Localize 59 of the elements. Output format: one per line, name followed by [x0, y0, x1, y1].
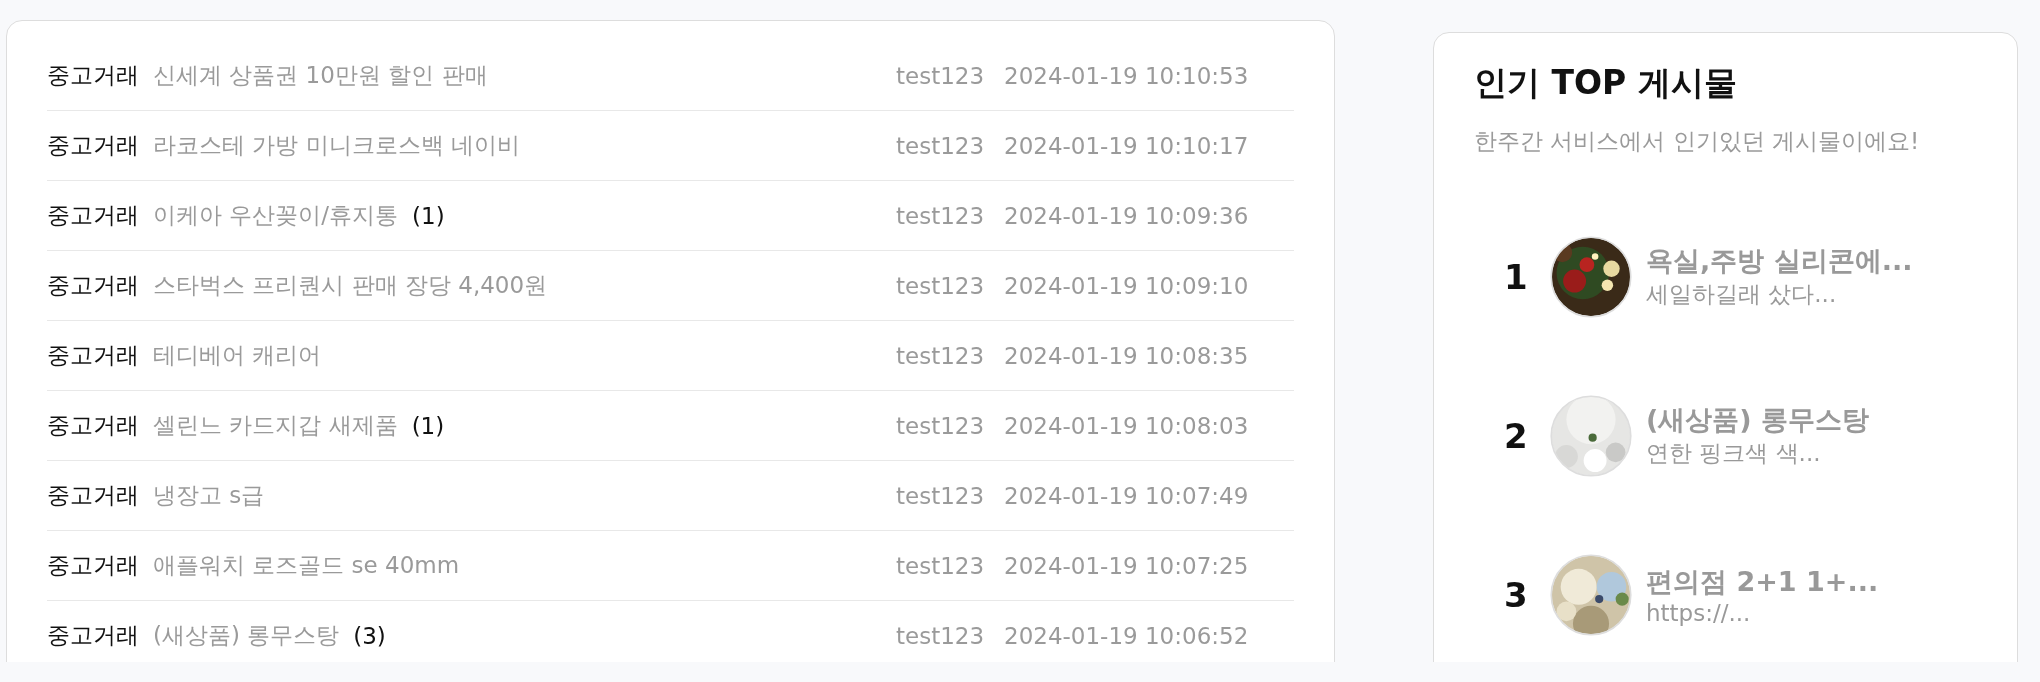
popular-post-title[interactable]: (새상품) 롱무스탕 [1646, 402, 1870, 438]
post-row[interactable]: 중고거래 애플워치 로즈골드 se 40mm test123 2024-01-19 10:07:25 [47, 531, 1294, 601]
post-title[interactable]: 라코스테 가방 미니크로스백 네이비 [153, 130, 520, 161]
post-row[interactable]: 중고거래 셀린느 카드지갑 새제품 (1) test123 2024-01-19 10:08:03 [47, 391, 1294, 461]
post-author: test123 [896, 202, 986, 229]
popular-subtitle: 한주간 서비스에서 인기있던 게시물이에요! [1474, 127, 1921, 156]
post-title[interactable]: 테디베어 캐리어 [153, 340, 322, 371]
popular-post-excerpt: https://... [1646, 599, 1752, 626]
post-category: 중고거래 [47, 61, 139, 90]
comment-count: (1) [412, 202, 445, 229]
post-category: 중고거래 [47, 341, 139, 370]
popular-post-title[interactable]: 욕실,주방 실리콘에... [1646, 243, 1913, 279]
post-author: test123 [896, 132, 986, 159]
post-title[interactable]: 셀린느 카드지갑 새제품 [153, 410, 398, 441]
post-category: 중고거래 [47, 411, 139, 440]
post-title[interactable]: 애플워치 로즈골드 se 40mm [153, 550, 460, 581]
post-row[interactable]: 중고거래 스타벅스 프리퀀시 판매 장당 4,400원 test123 2024-01-19 10:09:10 [47, 251, 1294, 321]
post-date: 2024-01-19 10:08:03 [1004, 412, 1250, 439]
post-row[interactable]: 중고거래 이케아 우산꽂이/휴지통 (1) test123 2024-01-19 10:09:36 [47, 181, 1294, 251]
post-category: 중고거래 [47, 621, 139, 650]
post-category: 중고거래 [47, 201, 139, 230]
popular-title: 인기 TOP 게시물 [1474, 62, 1738, 104]
post-author: test123 [896, 62, 986, 89]
post-date: 2024-01-19 10:07:25 [1004, 552, 1250, 579]
post-row[interactable]: 중고거래 냉장고 s급 test123 2024-01-19 10:07:49 [47, 461, 1294, 531]
post-title[interactable]: 이케아 우산꽂이/휴지통 [153, 200, 399, 231]
post-author: test123 [896, 552, 986, 579]
post-date: 2024-01-19 10:10:53 [1004, 62, 1250, 89]
post-author: test123 [896, 482, 986, 509]
comment-count: (3) [353, 622, 386, 649]
post-author: test123 [896, 272, 986, 299]
post-date: 2024-01-19 10:09:10 [1004, 272, 1250, 299]
rank-number: 2 [1504, 415, 1529, 456]
popular-post-excerpt: 세일하길래 샀다... [1646, 280, 1838, 309]
post-date: 2024-01-19 10:06:52 [1004, 622, 1250, 649]
post-row[interactable]: 중고거래 신세계 상품권 10만원 할인 판매 test123 2024-01-19 10:10:53 [47, 41, 1294, 111]
post-category: 중고거래 [47, 481, 139, 510]
popular-post-title[interactable]: 편의점 2+1 1+... [1646, 563, 1879, 600]
post-category: 중고거래 [47, 131, 139, 160]
post-category: 중고거래 [47, 271, 139, 300]
post-row[interactable]: 중고거래 라코스테 가방 미니크로스백 네이비 test123 2024-01-19 10:10:17 [47, 111, 1294, 181]
popular-post-excerpt: 연한 핑크색 색... [1646, 439, 1822, 468]
comment-count: (1) [411, 412, 445, 439]
post-category: 중고거래 [47, 551, 139, 580]
post-author: test123 [896, 412, 986, 439]
post-date: 2024-01-19 10:07:49 [1004, 482, 1250, 509]
post-title[interactable]: (새상품) 롱무스탕 [153, 620, 340, 651]
post-title[interactable]: 신세계 상품권 10만원 할인 판매 [153, 60, 488, 91]
post-title[interactable]: 스타벅스 프리퀀시 판매 장당 4,400원 [153, 270, 548, 301]
post-title[interactable]: 냉장고 s급 [153, 480, 265, 511]
rank-number: 3 [1504, 574, 1529, 615]
post-date: 2024-01-19 10:09:36 [1004, 202, 1250, 229]
rank-number: 1 [1504, 256, 1529, 297]
post-date: 2024-01-19 10:10:17 [1004, 132, 1250, 159]
post-row[interactable]: 중고거래 (새상품) 롱무스탕 (3) test123 2024-01-19 10:06:52 [47, 601, 1294, 662]
post-author: test123 [896, 622, 986, 649]
post-row[interactable]: 중고거래 테디베어 캐리어 test123 2024-01-19 10:08:35 [47, 321, 1294, 391]
post-author: test123 [896, 342, 986, 369]
post-date: 2024-01-19 10:08:35 [1004, 342, 1250, 369]
